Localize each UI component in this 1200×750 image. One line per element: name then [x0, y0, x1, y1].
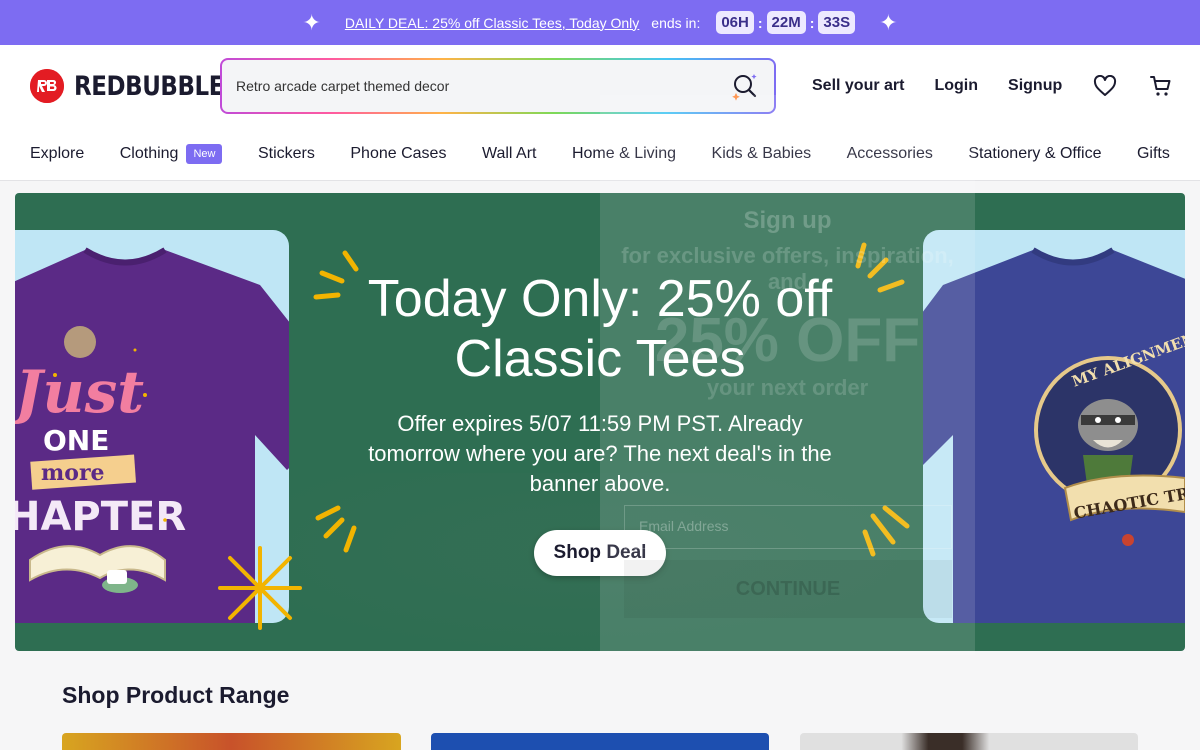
search-inner	[222, 60, 774, 112]
site-header: REDBUBBLE Sell your art Login Signup	[0, 45, 1200, 127]
nav-gifts[interactable]: Gifts	[1137, 145, 1170, 163]
nav-home-living[interactable]: Home & Living	[572, 145, 676, 163]
shop-deal-button[interactable]: Shop Deal	[534, 530, 666, 576]
ends-in-label: ends in:	[651, 14, 701, 31]
timer-minutes: 22M	[766, 11, 806, 34]
burst-icon	[855, 242, 905, 293]
search-bar	[220, 58, 776, 114]
product-card[interactable]	[800, 733, 1138, 750]
nav-phone-cases[interactable]: Phone Cases	[350, 145, 446, 163]
daily-deal-link[interactable]: DAILY DEAL: 25% off Classic Tees, Today …	[345, 15, 639, 31]
header-actions: Sell your art Login Signup	[812, 73, 1174, 99]
countdown-timer: 06H : 22M : 33S	[716, 11, 856, 34]
category-nav: Explore Clothing New Stickers Phone Case…	[0, 127, 1200, 181]
timer-separator: :	[757, 14, 763, 31]
svg-text:Just: Just	[15, 358, 144, 426]
search-icon[interactable]	[730, 71, 760, 101]
hero-banner: Just ONE more HAPTER MY ALIGNMENT? CHAOT…	[15, 193, 1185, 651]
hero-title: Today Only: 25% off Classic Tees	[367, 270, 833, 388]
logo-wordmark: REDBUBBLE	[74, 70, 224, 102]
nav-clothing-label: Clothing	[119, 144, 179, 162]
new-badge: New	[186, 143, 223, 164]
nav-clothing[interactable]: Clothing New	[119, 143, 223, 164]
nav-stickers[interactable]: Stickers	[258, 145, 315, 163]
timer-seconds: 33S	[818, 11, 856, 34]
search-input[interactable]	[236, 78, 730, 94]
right-tee-image[interactable]: MY ALIGNMENT? CHAOTIC TRASH	[923, 230, 1185, 623]
signup-link[interactable]: Signup	[1008, 77, 1062, 95]
burst-icon	[315, 505, 357, 553]
burst-icon	[862, 505, 910, 557]
product-card[interactable]	[62, 733, 401, 750]
nav-explore[interactable]: Explore	[30, 145, 84, 163]
section-title: Shop Product Range	[62, 682, 290, 708]
sell-your-art-link[interactable]: Sell your art	[812, 77, 904, 95]
site-logo[interactable]: REDBUBBLE	[30, 69, 250, 103]
nav-accessories[interactable]: Accessories	[847, 145, 933, 163]
sparkle-icon: ✦	[302, 9, 321, 35]
timer-separator: :	[809, 14, 815, 31]
promo-bar: ✦ DAILY DEAL: 25% off Classic Tees, Toda…	[0, 0, 1200, 45]
nav-wall-art[interactable]: Wall Art	[482, 145, 537, 163]
timer-hours: 06H	[716, 11, 754, 34]
hero-subtitle: Offer expires 5/07 11:59 PM PST. Already…	[368, 411, 832, 496]
starburst-icon	[218, 546, 302, 630]
nav-kids-babies[interactable]: Kids & Babies	[712, 145, 812, 163]
cart-icon[interactable]	[1148, 73, 1174, 99]
svg-text:more: more	[41, 460, 105, 486]
heart-icon[interactable]	[1092, 73, 1118, 99]
svg-text:HAPTER: HAPTER	[15, 494, 186, 540]
redbubble-logo-icon	[30, 69, 64, 103]
svg-text:ONE: ONE	[43, 424, 109, 457]
login-link[interactable]: Login	[934, 77, 978, 95]
nav-stationery-office[interactable]: Stationery & Office	[968, 145, 1101, 163]
product-card[interactable]	[431, 733, 769, 750]
sparkle-icon: ✦	[879, 9, 898, 35]
